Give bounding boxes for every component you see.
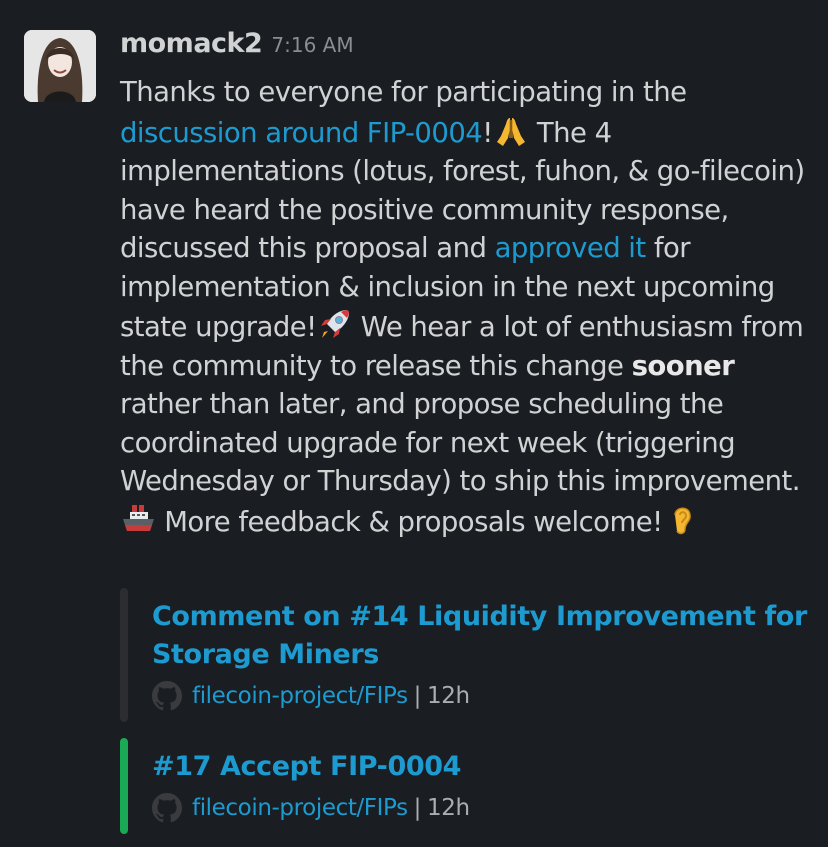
approved-link[interactable]: approved it [495, 232, 647, 264]
github-icon [152, 793, 182, 823]
user-photo-icon [24, 30, 96, 102]
attachment-color-bar [120, 738, 128, 834]
github-icon [152, 681, 182, 711]
username[interactable]: momack2 [120, 28, 263, 59]
repo-link[interactable]: filecoin-project/FIPs [192, 680, 408, 712]
bold-text: sooner [631, 349, 735, 382]
attachment-footer: filecoin-project/FIPs | 12h [152, 792, 810, 824]
attachment-footer: filecoin-project/FIPs | 12h [152, 680, 810, 712]
ship-icon [123, 504, 154, 531]
discussion-link[interactable]: discussion around FIP-0004 [120, 117, 483, 149]
message-body: Thanks to everyone for participating in … [120, 73, 810, 541]
avatar[interactable] [24, 30, 96, 102]
link-unfurl[interactable]: Comment on #14 Liquidity Improvement for… [120, 588, 810, 722]
attachment-age: 12h [427, 683, 470, 709]
separator: | [413, 683, 422, 709]
attachment-title[interactable]: #17 Accept FIP-0004 [152, 738, 810, 786]
attachment-age: 12h [427, 795, 470, 821]
message-header: momack2 7:16 AM [120, 28, 354, 59]
rocket-icon [320, 310, 349, 338]
folded-hands-icon [496, 117, 525, 146]
attachment-title[interactable]: Comment on #14 Liquidity Improvement for… [152, 588, 810, 674]
attachment-color-bar [120, 588, 128, 722]
link-unfurl[interactable]: #17 Accept FIP-0004 filecoin-project/FIP… [120, 738, 810, 834]
timestamp[interactable]: 7:16 AM [271, 33, 353, 57]
repo-link[interactable]: filecoin-project/FIPs [192, 792, 408, 824]
message-text: More feedback & proposals welcome! [156, 505, 663, 538]
message-text: rather than later, and propose schedulin… [120, 388, 800, 497]
ear-icon [673, 507, 691, 534]
message-text: Thanks to everyone for participating in … [120, 76, 687, 108]
message-text: ! [482, 116, 493, 149]
separator: | [413, 795, 422, 821]
